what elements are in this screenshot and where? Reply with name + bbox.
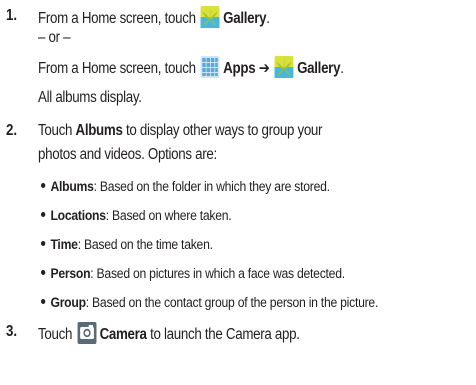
option-name: Locations [50, 208, 106, 224]
step-1-period: . [266, 10, 270, 27]
instruction-page: 1. From a Home screen, touch Gallery. – … [0, 0, 476, 385]
step-1-line-1: From a Home screen, touch Gallery. [38, 6, 270, 34]
gallery-icon [274, 56, 294, 84]
step-2-lead: Touch [38, 122, 73, 139]
step-2-rest: to display other ways to group your [125, 122, 323, 139]
step-1-gallery-label: Gallery [223, 10, 267, 27]
camera-icon [77, 322, 97, 350]
option-name: Time [50, 237, 78, 253]
step-1-number: 1. [6, 7, 18, 24]
step-3-camera-label: Camera [99, 326, 147, 343]
option-desc: : Based on where taken. [105, 208, 232, 224]
step-1-alt-prefix: From a Home screen, touch [38, 60, 196, 77]
option-name: Albums [50, 179, 94, 195]
step-3-rest: to launch the Camera app. [150, 326, 300, 343]
bullet-icon [41, 212, 46, 217]
step-1-alt-line: From a Home screen, touch Apps ➔ Gallery… [38, 56, 344, 84]
option-item: Group: Based on the contact group of the… [41, 293, 378, 313]
step-1-apps-label: Apps [223, 60, 256, 77]
step-3-line: Touch Camera to launch the Camera app. [38, 322, 300, 350]
bullet-icon [41, 270, 46, 275]
bullet-icon [41, 299, 46, 304]
bullet-icon [41, 241, 46, 246]
step-3-number: 3. [6, 323, 18, 340]
option-item: Locations: Based on where taken. [41, 206, 232, 226]
step-1-prefix: From a Home screen, touch [38, 10, 196, 27]
option-item: Person: Based on pictures in which a fac… [41, 264, 345, 284]
step-1-result: All albums display. [38, 89, 142, 106]
option-item: Albums: Based on the folder in which the… [41, 177, 330, 197]
option-desc: : Based on the contact group of the pers… [85, 295, 379, 311]
option-name: Group [50, 295, 86, 311]
step-1-alt-period: . [340, 60, 344, 77]
option-desc: : Based on pictures in which a face was … [90, 266, 345, 282]
option-item: Time: Based on the time taken. [41, 235, 213, 255]
gallery-icon [200, 6, 220, 34]
apps-grid-icon [200, 56, 220, 84]
step-2-number: 2. [6, 122, 18, 139]
bullet-icon [41, 183, 46, 188]
step-2-line-1: Touch Albums to display other ways to gr… [38, 121, 322, 141]
arrow-icon: ➔ [258, 60, 270, 77]
step-2-albums-label: Albums [75, 122, 123, 139]
step-1-alt-gallery-label: Gallery [297, 60, 341, 77]
option-desc: : Based on the folder in which they are … [93, 179, 330, 195]
or-separator: – or – [38, 29, 71, 46]
step-2-line-2: photos and videos. Options are: [38, 146, 217, 163]
step-3-lead: Touch [38, 326, 73, 343]
option-desc: : Based on the time taken. [77, 237, 213, 253]
option-name: Person [50, 266, 91, 282]
